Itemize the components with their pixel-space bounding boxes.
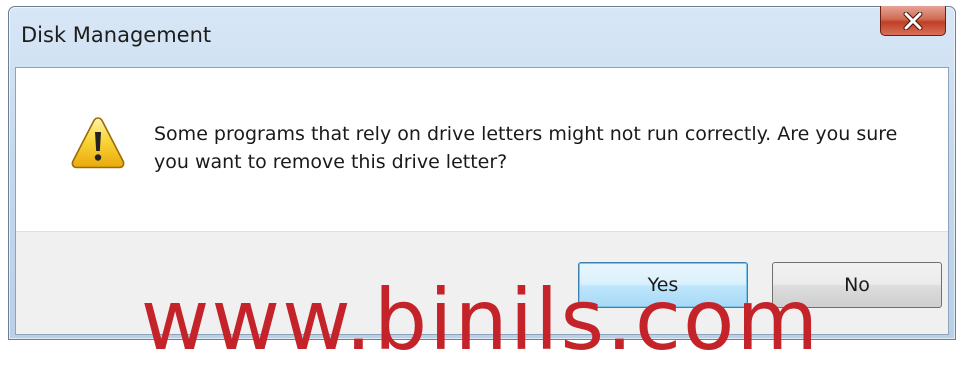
- button-bar: Yes No: [16, 231, 948, 334]
- close-button[interactable]: [880, 6, 946, 36]
- no-button[interactable]: No: [772, 262, 942, 308]
- warning-icon: [71, 117, 125, 169]
- dialog-title: Disk Management: [21, 23, 212, 47]
- message-area: Some programs that rely on drive letters…: [16, 68, 948, 231]
- dialog-message: Some programs that rely on drive letters…: [154, 123, 898, 173]
- close-icon: [903, 11, 923, 30]
- yes-button[interactable]: Yes: [578, 262, 748, 308]
- dialog-window: Disk Management Some programs that rely …: [8, 6, 956, 340]
- dialog-body: Some programs that rely on drive letters…: [15, 67, 949, 335]
- title-bar[interactable]: Disk Management: [9, 6, 955, 67]
